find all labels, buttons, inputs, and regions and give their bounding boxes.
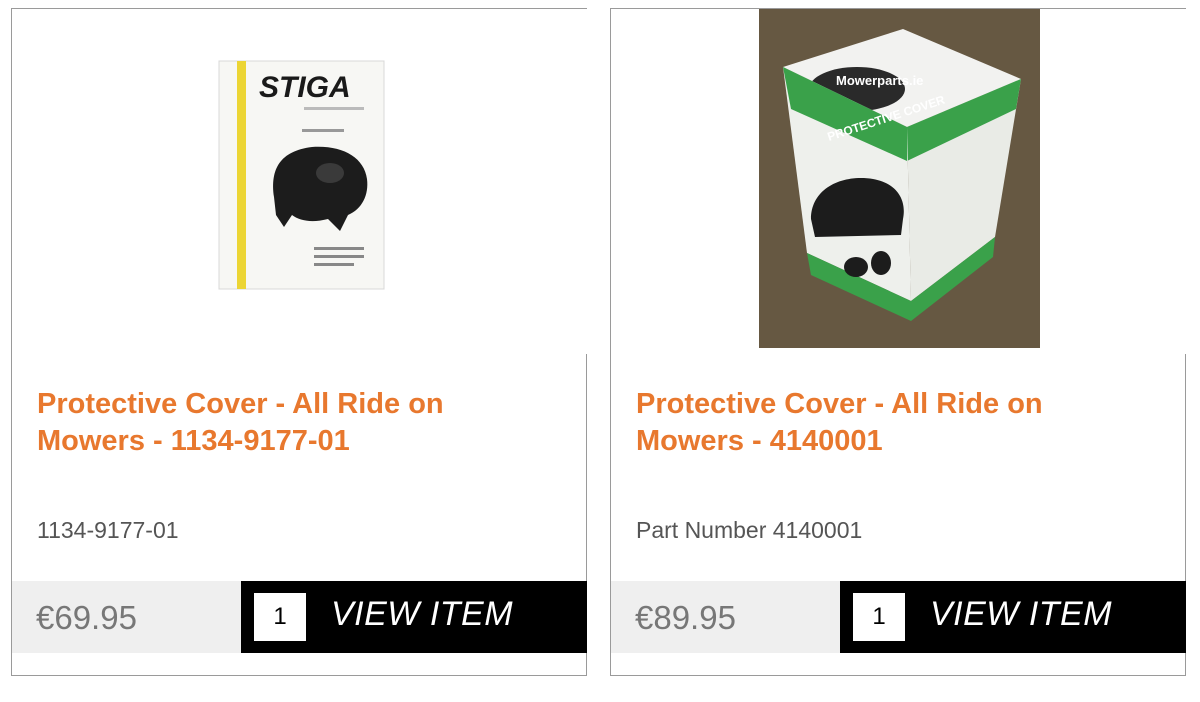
product-part-number: Part Number 4140001 — [636, 517, 863, 543]
view-item-label: VIEW ITEM — [331, 595, 514, 633]
quantity-input[interactable] — [853, 593, 905, 641]
product-title-link[interactable]: Protective Cover - All Ride on Mowers - … — [636, 386, 1136, 460]
product-image[interactable]: STIGA — [12, 9, 588, 354]
product-card: Mowerparts.ie PROTECTIVE COVER Protectiv… — [610, 8, 1187, 676]
svg-text:Mowerparts.ie: Mowerparts.ie — [836, 73, 923, 88]
price-box: €89.95 — [611, 581, 840, 653]
product-price: €69.95 — [36, 599, 137, 636]
price-box: €69.95 — [12, 581, 241, 653]
view-item-button[interactable]: VIEW ITEM — [840, 581, 1186, 653]
view-item-label: VIEW ITEM — [930, 595, 1113, 633]
product-card: STIGA Protective Cover - All Ride on Mow… — [11, 8, 588, 676]
product-image[interactable]: Mowerparts.ie PROTECTIVE COVER — [611, 9, 1187, 354]
product-title-link[interactable]: Protective Cover - All Ride on Mowers - … — [37, 386, 537, 460]
view-item-button[interactable]: VIEW ITEM — [241, 581, 587, 653]
quantity-input[interactable] — [254, 593, 306, 641]
svg-text:STIGA: STIGA — [259, 71, 351, 104]
product-price: €89.95 — [635, 599, 736, 636]
product-part-number: 1134-9177-01 — [37, 517, 179, 543]
protective-cover-box-photo: Mowerparts.ie PROTECTIVE COVER — [611, 9, 1187, 354]
stiga-protective-cover-box-image: STIGA — [12, 9, 588, 354]
